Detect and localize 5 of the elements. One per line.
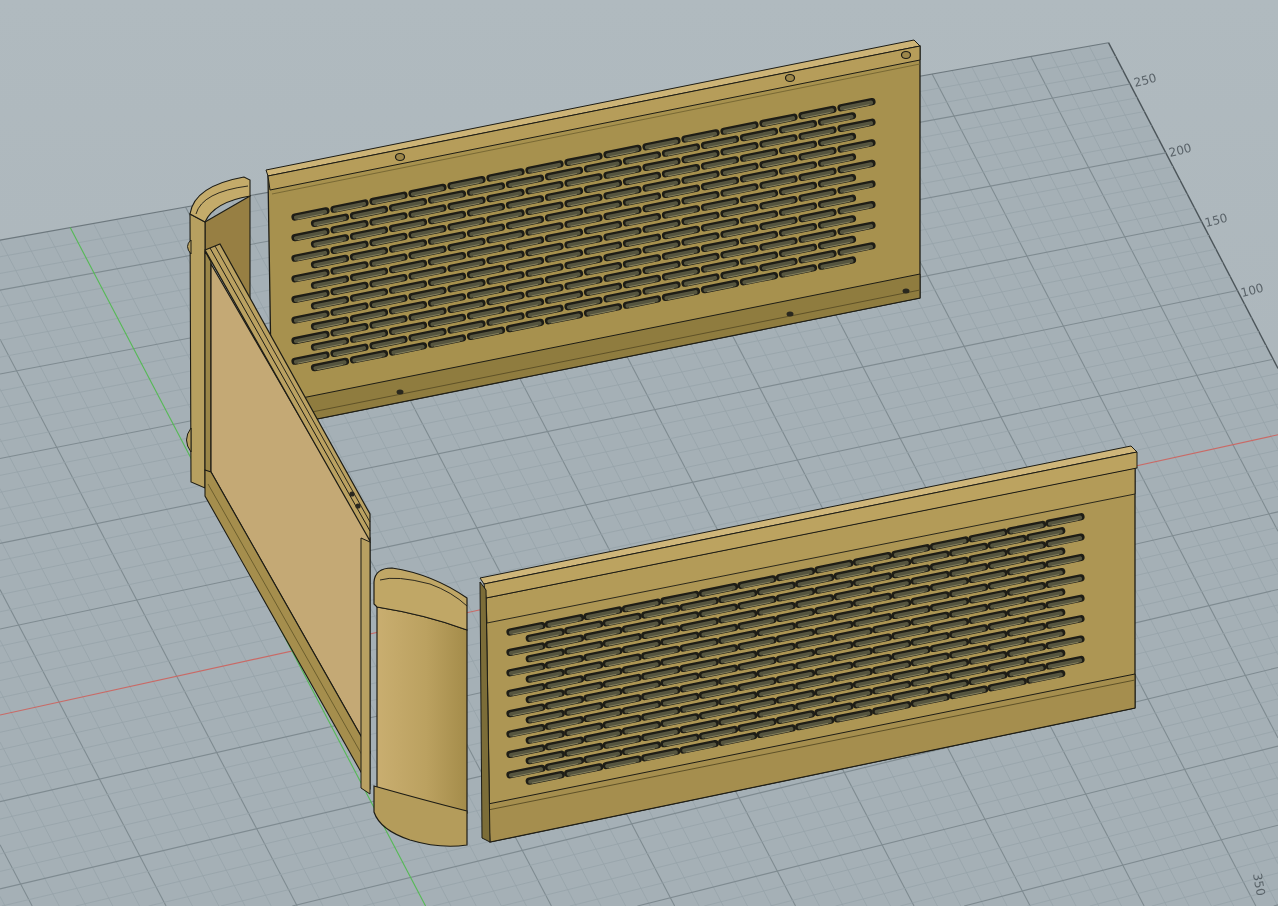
grid-scale-label: 350 xyxy=(1250,872,1268,898)
grid-scale-label: 100 xyxy=(1239,280,1265,300)
grid-scale-label: 200 xyxy=(1167,140,1193,160)
grid-scale-label: 150 xyxy=(1203,210,1229,230)
grid-scale-label: 250 xyxy=(1132,70,1158,90)
